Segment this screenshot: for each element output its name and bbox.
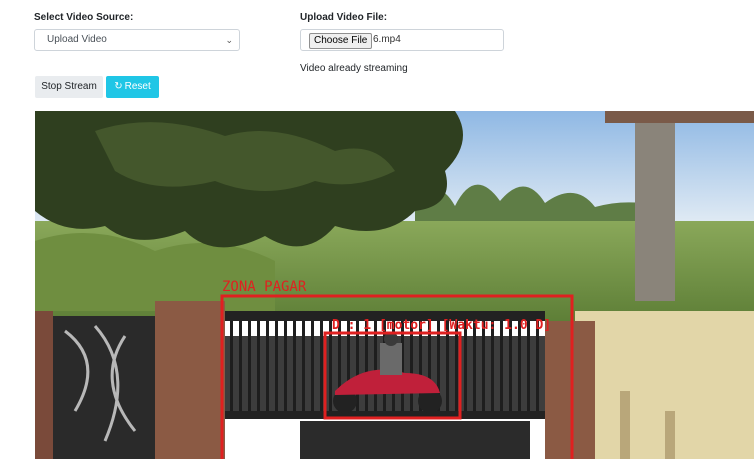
- video-frame: ZONA PAGAR D : 1 [motor] [Waktu: 1.0 D]: [35, 111, 754, 459]
- gate-bar: [329, 321, 332, 413]
- gate-bar: [518, 321, 521, 413]
- gate-bar: [482, 321, 485, 413]
- video-stream: ZONA PAGAR D : 1 [motor] [Waktu: 1.0 D]: [35, 111, 754, 459]
- zone-label: ZONA PAGAR: [222, 279, 307, 295]
- file-input[interactable]: Choose File 6.mp4: [300, 29, 504, 51]
- video-source-selected: Upload Video: [47, 34, 107, 45]
- upload-file-label: Upload Video File:: [300, 12, 388, 23]
- gate-cart: [300, 421, 530, 459]
- gate-bar: [446, 321, 449, 413]
- chevron-down-icon: ⌄: [225, 35, 233, 45]
- gate-bar: [257, 321, 260, 413]
- stop-stream-button[interactable]: Stop Stream: [35, 76, 103, 98]
- gate-bar: [239, 321, 242, 413]
- selected-file-name: 6.mp4: [373, 34, 401, 45]
- choose-file-button[interactable]: Choose File: [309, 33, 373, 49]
- detection-label: D : 1 [motor] [Waktu: 1.0 D]: [332, 318, 551, 333]
- gate-bar: [293, 321, 296, 413]
- gate-bar: [527, 321, 530, 413]
- gate-bar: [374, 321, 377, 413]
- refresh-icon: ↻: [114, 81, 123, 92]
- roof-edge: [605, 111, 754, 123]
- reset-button-label: Reset: [124, 81, 151, 92]
- gate-bar: [365, 321, 368, 413]
- gate-bar: [302, 321, 305, 413]
- video-source-label: Select Video Source:: [34, 12, 134, 23]
- stream-status-text: Video already streaming: [300, 63, 408, 74]
- gate-pillar-center: [155, 301, 225, 459]
- gate-bar: [455, 321, 458, 413]
- gate-bar: [275, 321, 278, 413]
- gate-bar: [491, 321, 494, 413]
- gate-bar: [500, 321, 503, 413]
- gate-bar: [284, 321, 287, 413]
- gate-pillar-right: [545, 321, 595, 459]
- gate-bar: [473, 321, 476, 413]
- page: Select Video Source: Upload Video ⌄ Uplo…: [0, 0, 754, 459]
- gate-bar: [311, 321, 314, 413]
- gate-bar: [536, 321, 539, 413]
- gate-bar: [464, 321, 467, 413]
- right-wall: [575, 311, 754, 459]
- gate-pillar-left: [35, 311, 53, 459]
- video-source-select[interactable]: Upload Video ⌄: [34, 29, 240, 51]
- concrete-pillar: [635, 111, 675, 301]
- gate-bar: [410, 321, 413, 413]
- gate-bar: [248, 321, 251, 413]
- reset-button[interactable]: ↻ Reset: [106, 76, 159, 98]
- gate-bar: [320, 321, 323, 413]
- gate-bar: [230, 321, 233, 413]
- gate-bar: [266, 321, 269, 413]
- gate-bar: [509, 321, 512, 413]
